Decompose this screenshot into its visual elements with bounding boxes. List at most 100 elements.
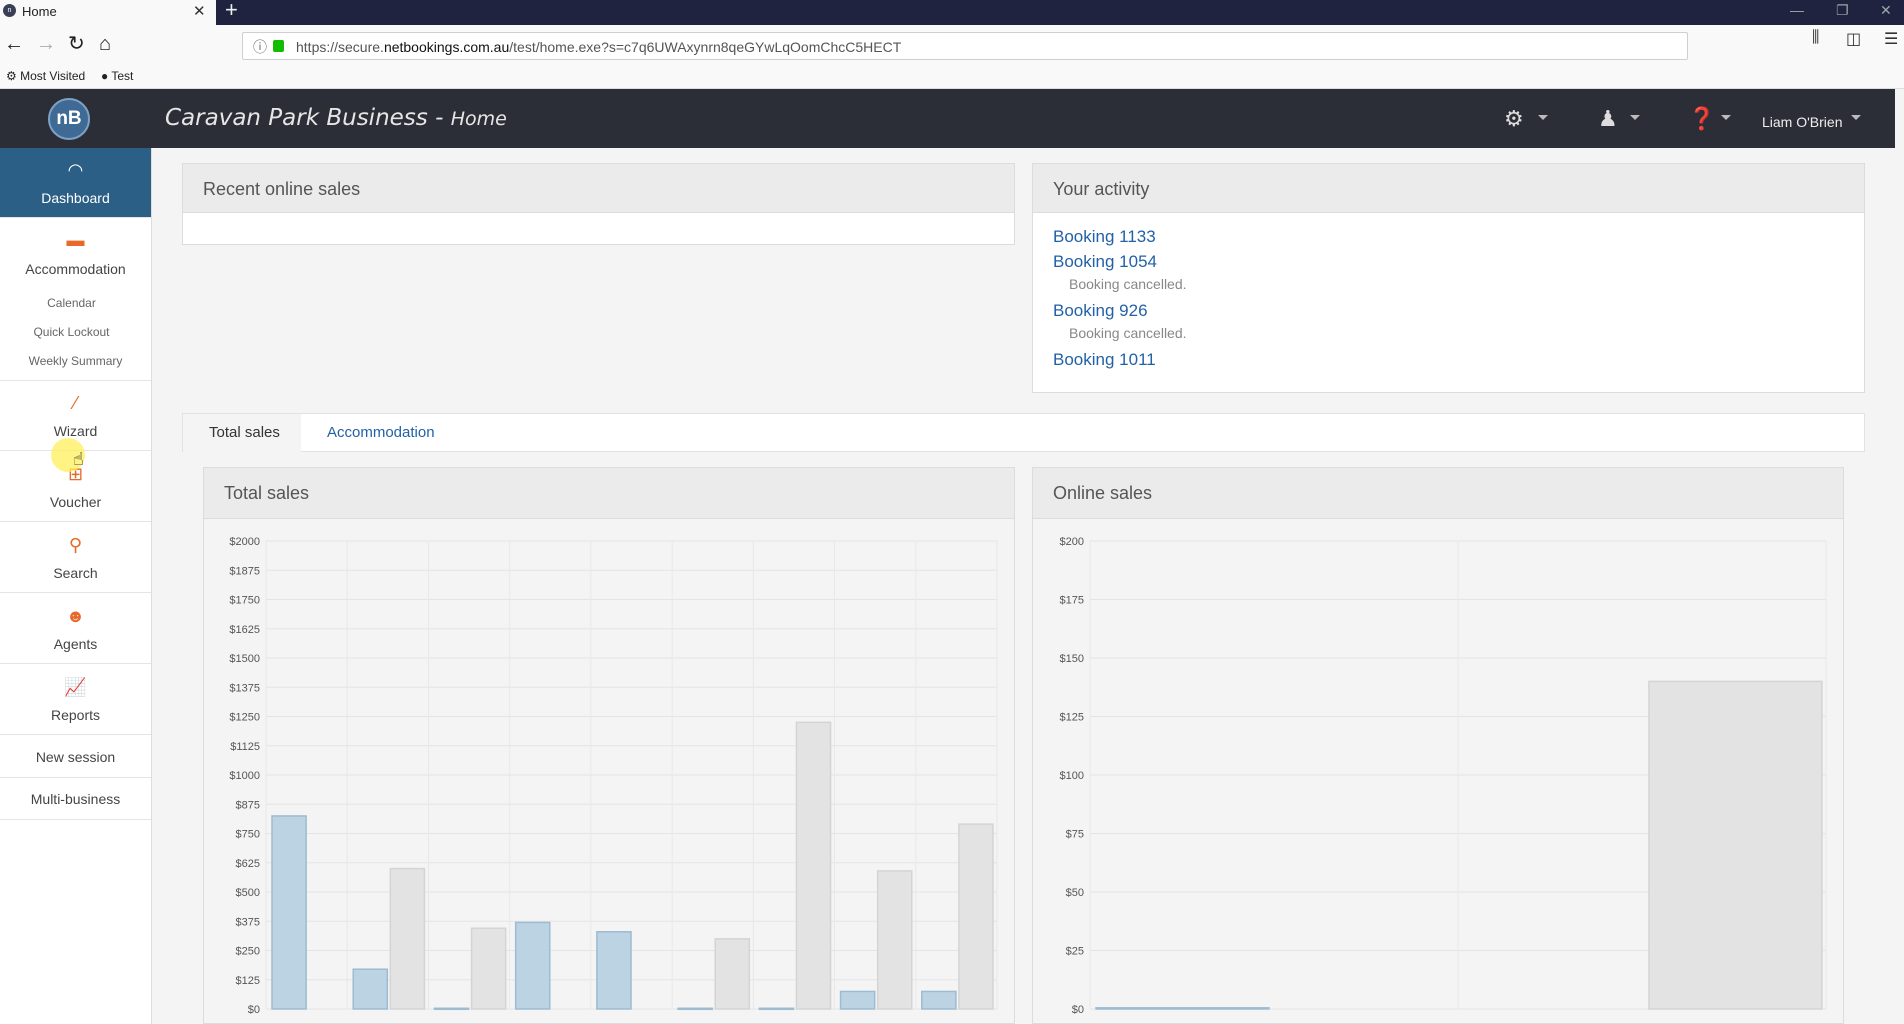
help-icon[interactable]: ❓	[1688, 106, 1715, 132]
browser-tab[interactable]: n Home ✕	[0, 0, 216, 25]
y-tick-label: $1500	[229, 653, 260, 665]
app-header: nB Caravan Park Business - Home ⚙ ♟ ❓ Li…	[0, 89, 1895, 148]
library-icon[interactable]: ⫼	[1812, 29, 1819, 47]
back-icon[interactable]: ←	[4, 33, 24, 55]
y-tick-label: $1750	[229, 595, 260, 607]
sidebar-item-multi-business[interactable]: Multi-business	[0, 778, 151, 820]
y-tick-label: $150	[1060, 653, 1084, 665]
panel-title: Recent online sales	[203, 179, 361, 199]
panel-header: Your activity	[1033, 164, 1864, 213]
y-tick-label: $2000	[229, 536, 260, 548]
tab-title: Home	[22, 4, 57, 19]
tab-total-sales[interactable]: Total sales	[183, 414, 301, 452]
home-icon[interactable]: ⌂	[99, 33, 111, 55]
user-agent-icon[interactable]: ♟	[1598, 106, 1618, 132]
url-text[interactable]: https://secure.netbookings.com.au/test/h…	[296, 39, 901, 55]
y-tick-label: $1000	[229, 770, 260, 782]
panel-header: Total sales	[204, 468, 1014, 519]
panel-title: Online sales	[1053, 483, 1153, 503]
chevron-down-icon[interactable]	[1538, 115, 1548, 120]
activity-booking-link[interactable]: Booking 1011	[1053, 350, 1156, 370]
y-tick-label: $50	[1066, 887, 1084, 899]
sidebar-item-reports[interactable]: 📈 Reports	[0, 665, 151, 735]
chart-bar	[714, 938, 751, 1010]
panel-header: Recent online sales	[183, 164, 1014, 213]
y-tick-label: $1375	[229, 682, 260, 694]
sidebar-item-label: Agents	[53, 636, 98, 652]
chart-bar	[389, 867, 426, 1010]
activity-booking-link[interactable]: Booking 1133	[1053, 227, 1156, 247]
sidebar-item-label: Accommodation	[25, 261, 126, 277]
y-tick-label: $0	[1072, 1004, 1084, 1016]
chart-bar	[958, 823, 994, 1010]
chart-bar	[596, 931, 632, 1010]
magic-wand-icon: ⁄	[73, 393, 77, 413]
settings-gear-icon[interactable]: ⚙	[1504, 106, 1524, 132]
chart-bar	[758, 1007, 795, 1011]
sidebar-subitem-weekly-summary[interactable]: Weekly Summary	[0, 354, 151, 381]
sidebar-item-label: Voucher	[49, 494, 102, 510]
restore-icon[interactable]: ❐	[1836, 2, 1849, 19]
tab-accommodation[interactable]: Accommodation	[327, 424, 435, 441]
sidebar: ◠ Dashboard ▬ Accommodation Calendar Qui…	[0, 148, 152, 1024]
your-activity-panel: Your activity Booking 1133 Booking 1054 …	[1032, 163, 1865, 393]
bookmark-most-visited[interactable]: ⚙ Most Visited	[6, 69, 85, 83]
y-tick-label: $1625	[229, 624, 260, 636]
new-tab-icon[interactable]: +	[225, 0, 238, 21]
y-tick-label: $375	[236, 916, 260, 928]
chevron-down-icon[interactable]	[1630, 115, 1640, 120]
activity-note: Booking cancelled.	[1069, 325, 1187, 341]
agent-icon: ☻	[66, 606, 85, 626]
chevron-down-icon[interactable]	[1851, 115, 1861, 120]
sidebar-item-accommodation[interactable]: ▬ Accommodation	[0, 218, 151, 289]
sidebar-item-label: Reports	[50, 707, 101, 723]
sidebar-item-new-session[interactable]: New session	[0, 736, 151, 778]
sidebar-item-label: Wizard	[53, 423, 98, 439]
sidebar-subitem-quick-lockout[interactable]: Quick Lockout	[0, 325, 143, 339]
reload-icon[interactable]: ↻	[68, 33, 85, 55]
y-tick-label: $1125	[230, 741, 260, 753]
chart-bar	[839, 990, 876, 1010]
chart-bar	[514, 921, 551, 1010]
sidebar-item-search[interactable]: ⚲ Search	[0, 523, 151, 593]
chart-icon: 📈	[64, 677, 87, 697]
chevron-down-icon[interactable]	[1721, 115, 1731, 120]
sales-tabs: Total sales Accommodation	[182, 413, 1865, 452]
panel-title: Total sales	[224, 483, 310, 503]
total-sales-chart: $2000 $1875 $1750 $1625 $1500 $1375 $1250 $1125…	[229, 536, 998, 1016]
chart-bar	[271, 815, 307, 1010]
activity-booking-link[interactable]: Booking 1054	[1053, 252, 1157, 272]
sidebar-toggle-icon[interactable]: ◫	[1846, 29, 1861, 49]
y-tick-label: $875	[236, 799, 260, 811]
chart-bar	[470, 927, 507, 1010]
y-tick-label: $750	[236, 829, 260, 841]
site-favicon-icon: n	[3, 4, 16, 17]
dashboard-gauge-icon: ◠	[67, 160, 84, 180]
y-tick-label: $0	[248, 1004, 260, 1016]
y-tick-label: $200	[1060, 536, 1084, 548]
sidebar-item-dashboard[interactable]: ◠ Dashboard	[0, 148, 151, 218]
y-tick-label: $625	[236, 858, 260, 870]
activity-booking-link[interactable]: Booking 926	[1053, 301, 1148, 321]
forward-icon[interactable]: →	[36, 33, 56, 55]
minimize-icon[interactable]: —	[1790, 2, 1804, 18]
tab-close-icon[interactable]: ✕	[193, 2, 206, 20]
sidebar-subitem-calendar[interactable]: Calendar	[0, 296, 143, 310]
chart-bar	[1095, 1007, 1270, 1010]
user-menu[interactable]: Liam O'Brien	[1762, 114, 1842, 130]
bed-icon: ▬	[66, 230, 85, 250]
y-tick-label: $1875	[229, 565, 260, 577]
chart-bar	[352, 968, 389, 1010]
app-logo[interactable]: nB	[48, 98, 90, 140]
window-close-icon[interactable]: ✕	[1880, 2, 1892, 19]
url-bar[interactable]: ⓘ https://secure.netbookings.com.au/test…	[242, 32, 1688, 60]
bookmark-test[interactable]: ● Test	[101, 69, 133, 83]
sidebar-item-agents[interactable]: ☻ Agents	[0, 594, 151, 664]
info-icon[interactable]: ⓘ	[253, 37, 267, 57]
chart-bar	[876, 870, 913, 1010]
chart-bar	[921, 990, 957, 1010]
mouse-pointer-icon: ☝	[73, 449, 84, 469]
menu-icon[interactable]: ☰	[1884, 29, 1898, 49]
y-tick-label: $1250	[229, 712, 260, 724]
sidebar-item-label: Dashboard	[41, 190, 110, 206]
